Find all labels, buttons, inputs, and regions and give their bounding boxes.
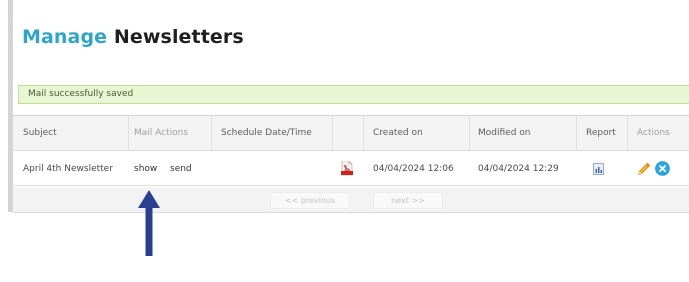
report-icon[interactable] xyxy=(593,163,604,175)
success-notice: Mail successfully saved xyxy=(18,85,689,104)
send-link[interactable]: send xyxy=(170,152,192,185)
col-schedule: Schedule Date/Time xyxy=(221,128,312,138)
row-modified: 04/04/2024 12:29 xyxy=(478,163,559,174)
column-divider xyxy=(627,116,628,150)
table-row: April 4th Newsletter show send 04/04/202… xyxy=(13,152,689,186)
success-notice-text: Mail successfully saved xyxy=(28,89,134,99)
column-divider xyxy=(363,116,364,150)
column-divider xyxy=(211,116,212,150)
col-report: Report xyxy=(586,128,616,138)
pdf-icon[interactable] xyxy=(341,161,353,176)
delete-icon[interactable] xyxy=(655,161,670,176)
row-subject: April 4th Newsletter xyxy=(23,163,113,174)
page-title: Manage Newsletters xyxy=(22,26,244,48)
newsletters-table: Subject Mail Actions Schedule Date/Time … xyxy=(13,115,689,213)
next-page-button[interactable]: next >> xyxy=(373,192,443,209)
annotation-arrow-icon xyxy=(138,190,160,256)
column-divider xyxy=(469,116,470,150)
page-title-highlight: Manage xyxy=(22,26,108,48)
column-divider xyxy=(332,116,333,150)
show-link[interactable]: show xyxy=(134,152,157,185)
col-modified: Modified on xyxy=(478,128,531,138)
previous-page-button[interactable]: << previous xyxy=(270,192,350,209)
col-actions: Actions xyxy=(637,128,670,138)
page-title-rest: Newsletters xyxy=(113,26,244,48)
col-subject: Subject xyxy=(23,128,57,138)
column-divider xyxy=(576,116,577,150)
col-mail-actions: Mail Actions xyxy=(134,128,189,138)
table-header: Subject Mail Actions Schedule Date/Time … xyxy=(13,116,689,151)
col-created: Created on xyxy=(373,128,423,138)
row-created: 04/04/2024 12:06 xyxy=(373,163,454,174)
pagination-bar: << previous next >> xyxy=(13,187,689,213)
edit-icon[interactable] xyxy=(637,162,651,176)
column-divider xyxy=(128,116,129,150)
